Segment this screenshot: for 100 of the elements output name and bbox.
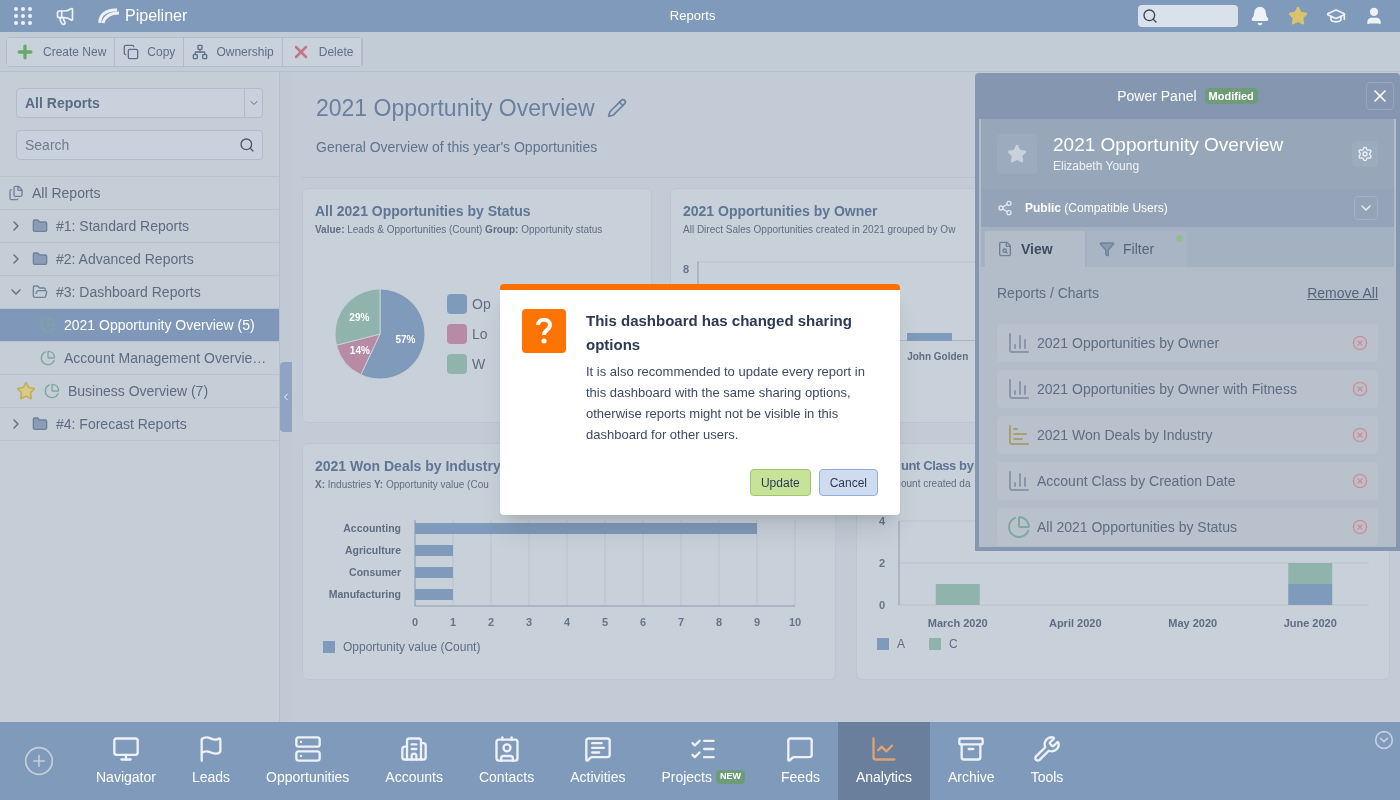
tree-item[interactable]: Account Management Overvie…	[0, 342, 279, 375]
settings-button[interactable]	[1352, 141, 1378, 167]
card-subtitle: X: Industries Y: Opportunity value (Cou	[315, 478, 489, 492]
panel-title: Power Panel	[1117, 86, 1197, 106]
collapse-icon[interactable]	[1374, 730, 1394, 750]
report-item[interactable]: All 2021 Opportunities by Status	[997, 508, 1378, 546]
report-item[interactable]: Account Class by Creation Date	[997, 462, 1378, 500]
tree-item-label: All Reports	[32, 183, 101, 203]
new-badge: NEW	[716, 770, 745, 784]
axis-label: March 2020	[927, 616, 988, 629]
nav-tab[interactable]: Analytics	[837, 722, 930, 800]
megaphone-icon[interactable]	[55, 6, 75, 26]
tree-item[interactable]: #2: Advanced Reports	[0, 243, 279, 276]
search-field[interactable]: Search	[16, 130, 263, 160]
report-filter-dropdown[interactable]: All Reports	[16, 88, 263, 118]
bar	[1288, 562, 1333, 584]
slice-label: 14%	[349, 345, 370, 356]
toolbar-button[interactable]: Delete	[282, 37, 363, 66]
report-item[interactable]: 2021 Opportunities by Owner with Fitness	[997, 370, 1378, 408]
legend-label: Opportunity value (Count)	[343, 639, 481, 656]
star-icon	[1007, 144, 1027, 164]
nav-tab[interactable]: Tools	[1012, 722, 1082, 800]
nav-tab[interactable]: Projects NEW	[643, 722, 763, 800]
contact-card-icon	[492, 734, 521, 763]
report-item[interactable]: 2021 Opportunities by Owner	[997, 324, 1378, 362]
dialog-message: It is also recommended to update every report in this dashboard with the same sharing options, otherwise reports might not be visible in this dashboard for other users.	[586, 363, 866, 444]
brand-name: Pipeliner	[125, 6, 188, 26]
bar-chart-icon	[1007, 377, 1031, 401]
edit-settings-icon[interactable]	[606, 98, 627, 118]
nav-tab[interactable]: Leads	[173, 722, 249, 800]
sharing-bar[interactable]: Public (Compatible Users)	[981, 189, 1394, 227]
graduation-cap-icon[interactable]	[1326, 6, 1346, 26]
tree-item[interactable]: All Reports	[0, 177, 279, 210]
legend-label: Lo	[472, 324, 488, 344]
search-icon	[1142, 8, 1158, 24]
add-icon[interactable]	[23, 745, 55, 777]
nav-tab[interactable]: Opportunities	[248, 722, 368, 800]
card-subtitle: All Direct Sales Opportunities created in 2021 grouped by Ow	[683, 223, 956, 237]
remove-icon[interactable]	[1352, 381, 1368, 397]
logo-icon	[97, 7, 121, 25]
nav-tab[interactable]: Feeds	[763, 722, 838, 800]
panel-tab[interactable]: Filter	[1087, 231, 1187, 267]
card-title: 2021 Won Deals by Industry	[315, 457, 501, 476]
axis-label: Agriculture	[345, 544, 401, 556]
tree-item-label: #1: Standard Reports	[56, 216, 190, 236]
toolbar-button[interactable]: Ownership	[184, 37, 283, 66]
card-subtitle: Value: Leads & Opportunities (Count) Group: Opportunity status	[315, 223, 603, 237]
tree-item[interactable]: 2021 Opportunity Overview (5)	[0, 309, 279, 342]
folder-icon	[32, 416, 48, 432]
star-icon[interactable]	[1288, 6, 1308, 26]
favorite-button[interactable]	[997, 134, 1037, 174]
remove-icon[interactable]	[1352, 335, 1368, 351]
remove-icon[interactable]	[1352, 473, 1368, 489]
remove-icon[interactable]	[1352, 427, 1368, 443]
axis-tick: 4	[878, 514, 885, 527]
filter-icon	[1099, 241, 1115, 257]
remove-icon[interactable]	[1352, 519, 1368, 535]
tree-item[interactable]: Business Overview (7)	[0, 375, 279, 408]
archive-icon	[957, 734, 986, 763]
nav-tab[interactable]: Navigator	[78, 722, 174, 800]
dialog-button[interactable]: Cancel	[818, 469, 878, 496]
nav-tab[interactable]: Contacts	[460, 722, 553, 800]
close-button[interactable]	[1366, 82, 1394, 110]
panel-tab[interactable]: View	[985, 231, 1085, 267]
bell-icon[interactable]	[1250, 6, 1270, 26]
toolbar-button[interactable]: Create New	[7, 37, 116, 66]
axis-tick: 7	[677, 616, 685, 628]
pie-chart-icon	[44, 383, 60, 399]
collapse-handle[interactable]	[280, 362, 292, 432]
toolbar-button[interactable]: Copy	[115, 37, 185, 66]
tree-item-label: #4: Forecast Reports	[56, 414, 187, 434]
user-icon[interactable]	[1364, 6, 1384, 26]
card-subtitle: ount created da	[901, 476, 971, 491]
star-icon[interactable]	[16, 381, 36, 401]
nav-tab[interactable]: Accounts	[367, 722, 461, 800]
axis-tick: 3	[525, 616, 533, 628]
modified-badge: Modified	[1204, 87, 1258, 105]
search-field[interactable]	[1138, 5, 1238, 27]
axis-label: May 2020	[1168, 616, 1218, 629]
axis-tick: 8	[715, 616, 723, 628]
bar-chart-icon	[1007, 423, 1031, 447]
dialog-button[interactable]: Update	[749, 469, 811, 496]
remove-all-link[interactable]: Remove All	[1307, 283, 1378, 304]
building-icon	[400, 734, 429, 763]
section-title: Reports / Charts	[997, 284, 1099, 303]
reports-icon	[8, 185, 24, 201]
view-icon	[997, 241, 1013, 257]
tree-item[interactable]: #1: Standard Reports	[0, 210, 279, 243]
monitor-icon	[111, 734, 140, 763]
slice-label: 57%	[395, 334, 416, 345]
report-item[interactable]: 2021 Won Deals by Industry	[997, 416, 1378, 454]
share-icon	[997, 200, 1013, 216]
folder-icon	[32, 251, 48, 267]
tree-item-label: Account Management Overvie…	[64, 348, 267, 368]
axis-tick: 4	[563, 616, 571, 628]
tree-item[interactable]: #4: Forecast Reports	[0, 408, 279, 441]
nav-tab[interactable]: Archive	[929, 722, 1013, 800]
page-title: Reports	[669, 7, 716, 26]
axis-label: Consumer	[349, 566, 401, 578]
nav-tab[interactable]: Activities	[552, 722, 644, 800]
